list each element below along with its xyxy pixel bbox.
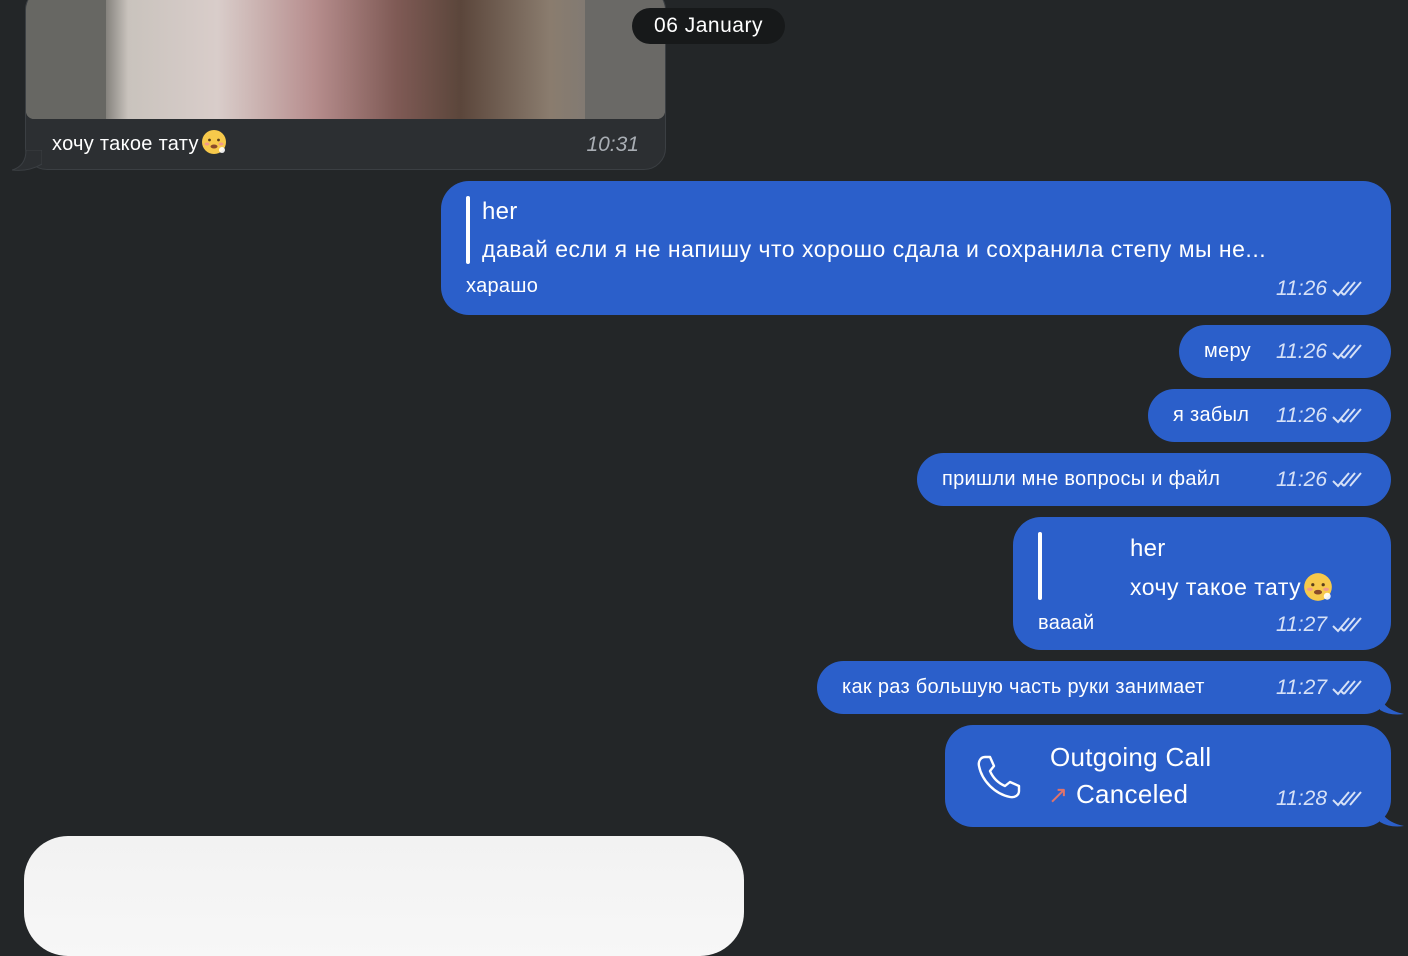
- message-text: пришли мне вопросы и файл: [942, 468, 1221, 490]
- outgoing-reply-message[interactable]: her давай если я не напишу что хорошо сд…: [441, 181, 1391, 315]
- message-time: 11:27: [1276, 676, 1327, 699]
- read-checkmarks-icon: [1332, 680, 1362, 696]
- message-time: 11:26: [1276, 404, 1327, 427]
- message-time: 11:27: [1276, 613, 1327, 636]
- outgoing-message[interactable]: я забыл 11:26: [1148, 389, 1391, 442]
- outgoing-reply-message[interactable]: her хочу такое тату вааай 11:27: [1013, 517, 1391, 650]
- call-title: Outgoing Call: [1050, 742, 1212, 772]
- message-text: я забыл: [1173, 404, 1250, 426]
- outgoing-call-message[interactable]: Outgoing Call ↗ Canceled 11:28: [945, 725, 1391, 827]
- reply-sender-name: her: [482, 198, 518, 225]
- read-checkmarks-icon: [1332, 344, 1362, 360]
- incoming-media-message-partial[interactable]: [24, 836, 744, 956]
- call-status-text: Canceled: [1075, 779, 1189, 809]
- incoming-photo-message[interactable]: хочу такое тату 10:31: [25, 0, 666, 170]
- message-caption: хочу такое тату: [52, 129, 227, 156]
- phone-icon[interactable]: [975, 753, 1025, 801]
- read-checkmarks-icon: [1332, 617, 1362, 633]
- reply-quoted-text: давай если я не напишу что хорошо сдала …: [482, 236, 1267, 262]
- message-text: вааай: [1038, 612, 1095, 634]
- canceled-arrow-icon: ↗: [1048, 782, 1069, 809]
- reply-quoted-text: хочу такое тату: [1130, 572, 1333, 602]
- read-checkmarks-icon: [1332, 408, 1362, 424]
- read-checkmarks-icon: [1332, 281, 1362, 297]
- blushing-face-emoji-icon: [1304, 573, 1332, 601]
- message-text: как раз большую часть руки занимает: [842, 676, 1205, 698]
- outgoing-message[interactable]: пришли мне вопросы и файл 11:26: [917, 453, 1391, 506]
- outgoing-bubble-tail: [1380, 808, 1404, 827]
- date-divider: 06 January: [632, 8, 785, 44]
- outgoing-bubble-tail: [1380, 696, 1404, 715]
- message-text: меру: [1204, 340, 1251, 362]
- outgoing-message[interactable]: меру 11:26: [1179, 325, 1391, 378]
- call-status: ↗ Canceled: [1048, 779, 1188, 810]
- blushing-face-emoji-icon: [201, 130, 226, 154]
- reply-sender-name: her: [1130, 535, 1166, 562]
- incoming-bubble-tail: [12, 150, 42, 171]
- message-time: 11:26: [1276, 468, 1327, 491]
- read-checkmarks-icon: [1332, 472, 1362, 488]
- read-checkmarks-icon: [1332, 791, 1362, 807]
- message-time: 10:31: [586, 133, 639, 156]
- outgoing-message[interactable]: как раз большую часть руки занимает 11:2…: [817, 661, 1391, 714]
- message-time: 11:26: [1276, 277, 1327, 300]
- message-time: 11:26: [1276, 340, 1327, 363]
- message-time: 11:28: [1276, 787, 1327, 810]
- message-text: харашо: [466, 275, 539, 297]
- message-photo[interactable]: [26, 0, 665, 119]
